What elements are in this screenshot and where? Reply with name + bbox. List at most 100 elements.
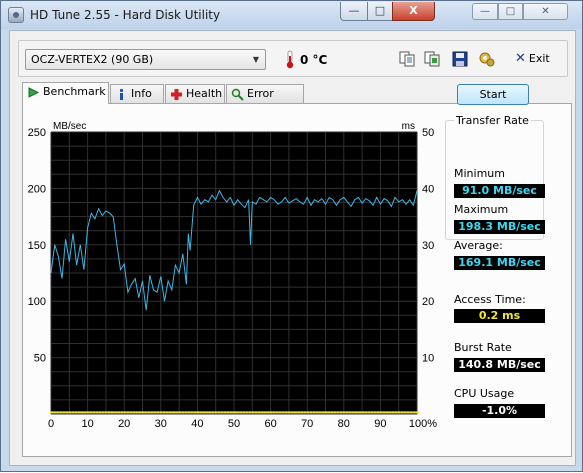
x-tick-label: 80: [338, 418, 350, 430]
access-time-point: [135, 411, 139, 414]
access-time-point: [193, 411, 197, 414]
access-time-point: [327, 411, 331, 414]
access-time-point: [147, 411, 151, 414]
access-time-point: [394, 411, 398, 414]
transfer-rate-title: Transfer Rate: [454, 114, 531, 127]
access-time-point: [59, 411, 63, 414]
y-right-tick-label: 30: [422, 240, 434, 252]
y-left-tick-label: 200: [28, 183, 46, 195]
start-button[interactable]: Start: [457, 84, 529, 105]
access-time-point: [172, 411, 175, 414]
access-time-point: [220, 411, 224, 414]
access-time-point: [156, 411, 160, 414]
access-time-point: [77, 411, 81, 414]
benchmark-icon: [28, 87, 40, 98]
access-time-point: [412, 411, 416, 414]
y-axis-left-label: MB/sec: [53, 121, 86, 132]
access-time-point: [339, 411, 343, 414]
access-time-point: [373, 411, 377, 414]
access-time-point: [300, 411, 304, 414]
access-time-point: [263, 411, 267, 414]
access-time-point: [333, 411, 337, 414]
access-time-point: [65, 411, 69, 414]
access-time-point: [187, 411, 191, 414]
access-time-point: [205, 411, 209, 414]
access-time-point: [309, 411, 313, 414]
access-time-point: [56, 411, 60, 414]
access-time-point: [229, 411, 233, 414]
access-time-point: [324, 411, 328, 414]
access-time-series: [50, 411, 419, 414]
access-time-value: 0.2 ms: [454, 309, 545, 323]
app-window: HD Tune 2.55 - Hard Disk Utility — □ X —…: [0, 0, 583, 472]
access-time-point: [281, 411, 285, 414]
access-time-point: [303, 411, 307, 414]
access-time-point: [361, 411, 365, 414]
maximum-value: 198.3 MB/sec: [454, 220, 545, 234]
access-time-point: [214, 411, 218, 414]
access-time-point: [391, 411, 395, 414]
access-time-point: [68, 411, 72, 414]
access-time-point: [168, 411, 172, 414]
y-left-tick-label: 150: [28, 240, 46, 252]
access-time-point: [208, 411, 212, 414]
access-time-point: [162, 411, 166, 414]
access-time-point: [101, 411, 105, 414]
access-time-point: [385, 411, 389, 414]
tab-benchmark-label: Benchmark: [43, 85, 106, 98]
access-time-point: [400, 411, 404, 414]
access-time-point: [318, 411, 322, 414]
access-time-point: [211, 411, 215, 414]
access-time-point: [50, 411, 53, 414]
y-right-tick-label: 50: [422, 127, 434, 139]
access-time-point: [233, 411, 236, 414]
access-time-point: [306, 411, 310, 414]
access-time-point: [254, 411, 258, 414]
access-time-point: [355, 411, 358, 414]
access-time-point: [245, 411, 249, 414]
x-tick-label: 100%: [409, 418, 437, 430]
access-time-point: [165, 411, 169, 414]
access-time-point: [290, 411, 294, 414]
average-label: Average:: [454, 239, 503, 252]
access-time-point: [379, 411, 383, 414]
y-right-tick-label: 20: [422, 296, 434, 308]
x-tick-label: 60: [264, 418, 276, 430]
y-left-tick-label: 50: [34, 353, 46, 365]
x-tick-label: 50: [228, 418, 240, 430]
access-time-point: [294, 411, 297, 414]
access-time-point: [321, 411, 325, 414]
access-time-point: [80, 411, 84, 414]
cpu-usage-label: CPU Usage: [454, 387, 515, 400]
access-time-point: [260, 411, 264, 414]
access-time-point: [181, 411, 185, 414]
access-time-point: [364, 411, 368, 414]
access-time-point: [62, 411, 66, 414]
access-time-point: [345, 411, 349, 414]
access-time-point: [297, 411, 301, 414]
access-time-point: [330, 411, 334, 414]
access-time-point: [129, 411, 133, 414]
access-time-point: [74, 411, 78, 414]
access-time-point: [397, 411, 401, 414]
access-time-point: [196, 411, 200, 414]
access-time-point: [351, 411, 355, 414]
access-time-point: [223, 411, 227, 414]
access-time-point: [226, 411, 230, 414]
access-time-point: [278, 411, 282, 414]
burst-rate-label: Burst Rate: [454, 341, 512, 354]
access-time-point: [406, 411, 410, 414]
access-time-point: [257, 411, 261, 414]
access-time-point: [123, 411, 127, 414]
access-time-point: [95, 411, 99, 414]
y-left-tick-label: 250: [28, 127, 46, 139]
access-time-point: [138, 411, 142, 414]
access-time-point: [403, 411, 407, 414]
access-time-point: [409, 411, 413, 414]
access-time-point: [175, 411, 179, 414]
access-time-point: [287, 411, 291, 414]
access-time-point: [388, 411, 392, 414]
tab-benchmark[interactable]: Benchmark: [22, 82, 109, 104]
maximum-label: Maximum: [454, 203, 509, 216]
x-tick-label: 90: [374, 418, 386, 430]
